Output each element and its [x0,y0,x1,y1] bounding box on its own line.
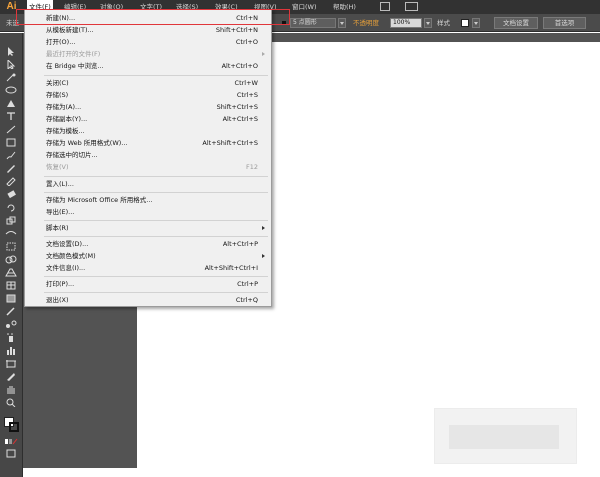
arrange-documents-icon[interactable] [405,2,418,11]
menu-item-new-from-template[interactable]: 从模板新建(T)... Shift+Ctrl+N [25,24,271,36]
width-tool-icon[interactable] [4,229,18,238]
menu-help[interactable]: 帮助(H) [331,0,358,14]
free-transform-tool-icon[interactable] [4,242,18,251]
hand-tool-icon[interactable] [4,385,18,394]
brush-profile-select[interactable]: 5 点圆形 [290,18,336,28]
submenu-arrow-icon [262,254,265,258]
tools-panel [0,33,23,477]
submenu-arrow-icon [262,226,265,230]
menu-item-file-info[interactable]: 文件信息(I)... Alt+Shift+Ctrl+I [25,262,271,274]
menu-separator [44,75,268,76]
menu-item-export[interactable]: 导出(E)... [25,206,271,218]
file-menu-dropdown: 新建(N)... Ctrl+N 从模板新建(T)... Shift+Ctrl+N… [24,9,272,307]
direct-selection-tool-icon[interactable] [4,60,18,69]
paintbrush-tool-icon[interactable] [4,151,18,160]
menu-item-open[interactable]: 打开(O)... Ctrl+O [25,36,271,48]
menu-window[interactable]: 窗口(W) [290,0,319,14]
style-label: 样式 [437,19,450,27]
opacity-input[interactable]: 100% [390,18,422,28]
color-mode-icons[interactable] [4,436,18,445]
blurred-panel [434,408,577,464]
menu-item-save[interactable]: 存储(S) Ctrl+S [25,89,271,101]
menu-separator [44,292,268,293]
menu-item-close[interactable]: 关闭(C) Ctrl+W [25,77,271,89]
menu-item-document-setup[interactable]: 文档设置(D)... Alt+Ctrl+P [25,238,271,250]
shape-builder-tool-icon[interactable] [4,255,18,264]
pencil-tool-icon[interactable] [4,164,18,173]
menu-separator [44,236,268,237]
gradient-tool-icon[interactable] [4,294,18,303]
style-swatch[interactable] [461,19,469,27]
menu-item-save-for-microsoft-office[interactable]: 存储为 Microsoft Office 所用格式... [25,194,271,206]
brush-profile-dropdown[interactable] [338,18,346,28]
menu-item-open-recent[interactable]: 最近打开的文件(F) [25,48,271,60]
opacity-label[interactable]: 不透明度 [353,14,379,32]
menu-item-save-selected-slices[interactable]: 存储选中的切片... [25,149,271,161]
column-graph-tool-icon[interactable] [4,346,18,355]
zoom-tool-icon[interactable] [4,398,18,407]
menu-separator [44,220,268,221]
selection-tool-icon[interactable] [4,47,18,56]
rectangle-tool-icon[interactable] [4,138,18,147]
bridge-icon[interactable] [380,2,390,11]
highlight-annotation-box [16,9,290,25]
menu-item-save-a-copy[interactable]: 存储副本(Y)... Alt+Ctrl+S [25,113,271,125]
pen-tool-icon[interactable] [4,99,18,108]
artboard-tool-icon[interactable] [4,359,18,368]
line-tool-icon[interactable] [4,125,18,134]
preferences-button[interactable]: 首选项 [543,17,586,29]
blob-brush-tool-icon[interactable] [4,177,18,186]
blend-tool-icon[interactable] [4,320,18,329]
menu-item-place[interactable]: 置入(L)... [25,178,271,190]
mesh-tool-icon[interactable] [4,281,18,290]
slice-tool-icon[interactable] [4,372,18,381]
menu-item-save-as-template[interactable]: 存储为模板... [25,125,271,137]
submenu-arrow-icon [262,52,265,56]
document-setup-button[interactable]: 文档设置 [494,17,538,29]
menu-item-exit[interactable]: 退出(X) Ctrl+Q [25,294,271,306]
scale-tool-icon[interactable] [4,216,18,225]
menu-separator [44,176,268,177]
blurred-panel-content [449,425,559,449]
menu-separator [44,276,268,277]
menu-separator [44,192,268,193]
drawing-mode-icon[interactable] [4,449,18,458]
style-dropdown[interactable] [472,18,480,28]
menu-item-save-for-web[interactable]: 存储为 Web 所用格式(W)... Alt+Shift+Ctrl+S [25,137,271,149]
eraser-tool-icon[interactable] [4,190,18,199]
perspective-grid-tool-icon[interactable] [4,268,18,277]
eyedropper-tool-icon[interactable] [4,307,18,316]
menu-item-save-as[interactable]: 存储为(A)... Shift+Ctrl+S [25,101,271,113]
stroke-color-swatch[interactable] [9,422,19,432]
menu-item-document-color-mode[interactable]: 文档颜色模式(M) [25,250,271,262]
type-tool-icon[interactable] [4,112,18,121]
menu-item-revert[interactable]: 恢复(V) F12 [25,161,271,173]
menu-item-browse-in-bridge[interactable]: 在 Bridge 中浏览... Alt+Ctrl+O [25,60,271,72]
lasso-tool-icon[interactable] [4,86,18,95]
symbol-sprayer-tool-icon[interactable] [4,333,18,342]
menu-item-print[interactable]: 打印(P)... Ctrl+P [25,278,271,290]
rotate-tool-icon[interactable] [4,203,18,212]
magic-wand-tool-icon[interactable] [4,73,18,82]
opacity-dropdown[interactable] [424,18,432,28]
menu-item-scripts[interactable]: 脚本(R) [25,222,271,234]
